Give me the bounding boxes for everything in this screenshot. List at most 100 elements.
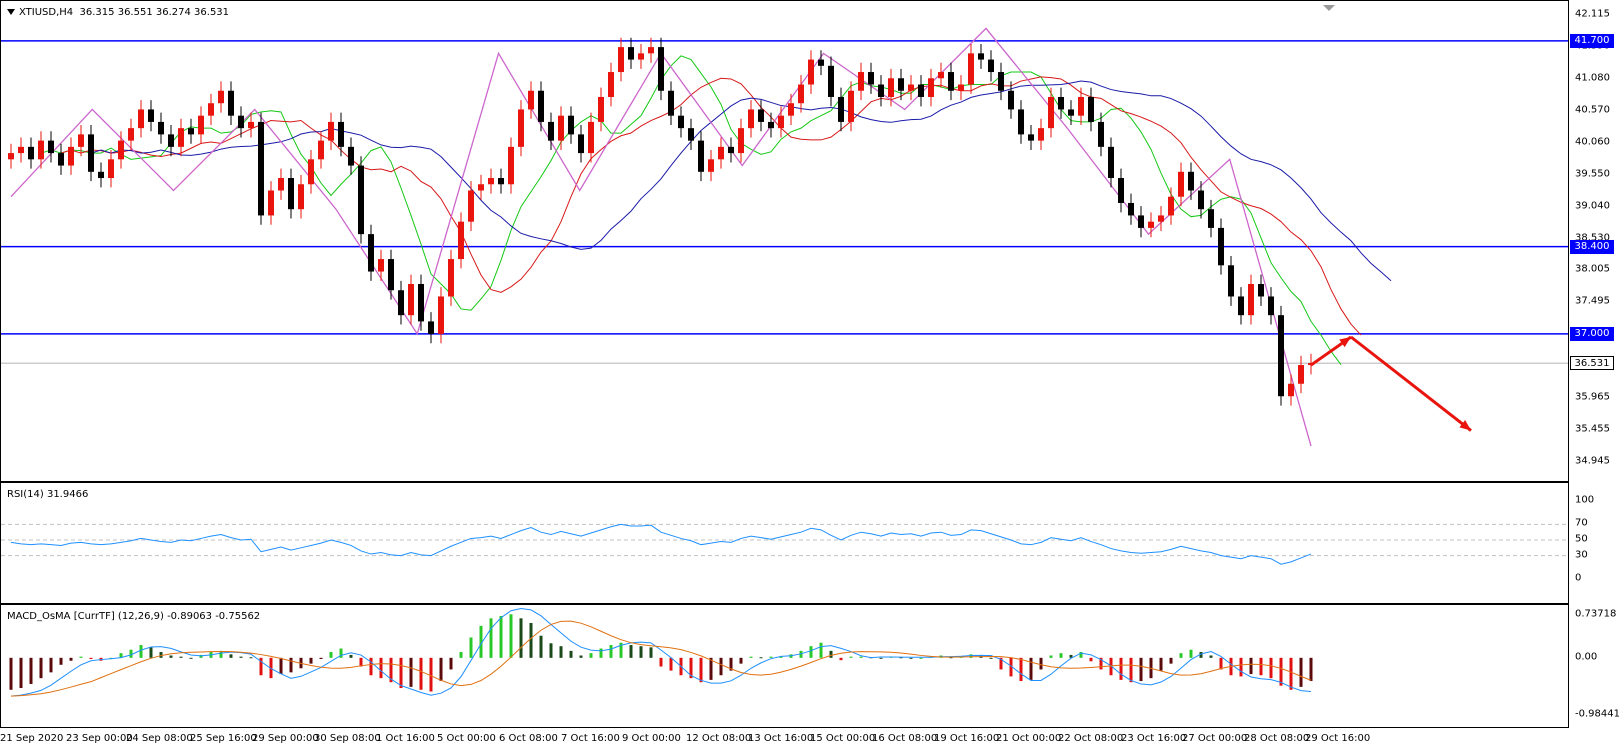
- candle-body[interactable]: [798, 84, 804, 104]
- candle-body[interactable]: [238, 115, 244, 129]
- candle-body[interactable]: [708, 159, 714, 172]
- candle-body[interactable]: [818, 59, 824, 66]
- candle-body[interactable]: [718, 146, 724, 160]
- candle-body[interactable]: [678, 115, 684, 129]
- candle-body[interactable]: [58, 153, 64, 166]
- candle-body[interactable]: [38, 140, 44, 160]
- candle-body[interactable]: [368, 234, 374, 272]
- candle-body[interactable]: [588, 121, 594, 154]
- candle-body[interactable]: [348, 146, 354, 166]
- candle-body[interactable]: [268, 190, 274, 216]
- candle-body[interactable]: [608, 72, 614, 97]
- candle-body[interactable]: [568, 115, 574, 135]
- candle-body[interactable]: [788, 103, 794, 116]
- candle-body[interactable]: [48, 140, 54, 154]
- candle-body[interactable]: [458, 221, 464, 260]
- candle-body[interactable]: [728, 146, 734, 154]
- candle-body[interactable]: [1268, 296, 1274, 316]
- candle-body[interactable]: [848, 90, 854, 122]
- candle-body[interactable]: [288, 178, 294, 210]
- candle-body[interactable]: [1018, 109, 1024, 135]
- candle-body[interactable]: [738, 128, 744, 154]
- candle-body[interactable]: [808, 59, 814, 85]
- candle-body[interactable]: [1038, 128, 1044, 141]
- candle-body[interactable]: [538, 90, 544, 122]
- candle-body[interactable]: [698, 140, 704, 172]
- candle-body[interactable]: [218, 90, 224, 104]
- shift-marker-icon[interactable]: [1323, 5, 1335, 11]
- candle-body[interactable]: [1168, 196, 1174, 216]
- candle-body[interactable]: [918, 84, 924, 97]
- candle-body[interactable]: [978, 53, 984, 60]
- candle-body[interactable]: [1008, 90, 1014, 110]
- macd-panel[interactable]: MACD_OsMA [CurrTF] (12,26,9) -0.89063 -0…: [0, 604, 1569, 728]
- candle-body[interactable]: [1278, 315, 1284, 397]
- candle-body[interactable]: [1048, 96, 1054, 129]
- candle-body[interactable]: [178, 128, 184, 147]
- candle-body[interactable]: [78, 134, 84, 147]
- candle-body[interactable]: [838, 96, 844, 122]
- candle-body[interactable]: [158, 121, 164, 135]
- candle-body[interactable]: [828, 65, 834, 97]
- candle-body[interactable]: [398, 290, 404, 316]
- candle-body[interactable]: [1218, 227, 1224, 266]
- candle-body[interactable]: [148, 109, 154, 122]
- candle-body[interactable]: [298, 184, 304, 210]
- candle-body[interactable]: [28, 146, 34, 160]
- candle-body[interactable]: [1298, 365, 1304, 384]
- candle-body[interactable]: [188, 128, 194, 135]
- candle-body[interactable]: [278, 178, 284, 191]
- candle-body[interactable]: [768, 121, 774, 129]
- candle-body[interactable]: [878, 84, 884, 97]
- candle-body[interactable]: [868, 72, 874, 85]
- candle-body[interactable]: [938, 72, 944, 79]
- candle-body[interactable]: [1208, 209, 1214, 228]
- candle-body[interactable]: [1138, 215, 1144, 228]
- candle-body[interactable]: [628, 47, 634, 60]
- rsi-chart-svg[interactable]: [1, 483, 1568, 603]
- candle-body[interactable]: [908, 84, 914, 91]
- candle-body[interactable]: [558, 115, 564, 141]
- candle-body[interactable]: [88, 134, 94, 172]
- candle-body[interactable]: [438, 296, 444, 334]
- candle-body[interactable]: [928, 78, 934, 97]
- candle-body[interactable]: [378, 259, 384, 272]
- candle-body[interactable]: [228, 90, 234, 116]
- candle-body[interactable]: [1248, 284, 1254, 316]
- candle-body[interactable]: [338, 121, 344, 147]
- candle-body[interactable]: [168, 134, 174, 147]
- candle-body[interactable]: [1108, 146, 1114, 179]
- candle-body[interactable]: [328, 121, 334, 141]
- candle-body[interactable]: [688, 128, 694, 141]
- candle-body[interactable]: [548, 121, 554, 141]
- candle-body[interactable]: [68, 146, 74, 166]
- candle-body[interactable]: [258, 121, 264, 216]
- candle-body[interactable]: [128, 128, 134, 141]
- candle-body[interactable]: [668, 90, 674, 116]
- price-chart-svg[interactable]: [1, 1, 1568, 481]
- candle-body[interactable]: [488, 178, 494, 185]
- candle-body[interactable]: [1288, 383, 1294, 397]
- candle-body[interactable]: [248, 121, 254, 129]
- candle-body[interactable]: [518, 109, 524, 147]
- price-chart-panel[interactable]: XTIUSD,H4 36.315 36.551 36.274 36.531: [0, 0, 1569, 482]
- candle-body[interactable]: [358, 165, 364, 235]
- candle-body[interactable]: [418, 284, 424, 322]
- candle-body[interactable]: [948, 72, 954, 91]
- candle-body[interactable]: [858, 72, 864, 91]
- candle-body[interactable]: [1158, 215, 1164, 222]
- candle-body[interactable]: [318, 140, 324, 160]
- chart-menu-triangle-icon[interactable]: [7, 9, 15, 15]
- candle-body[interactable]: [448, 259, 454, 297]
- candle-body[interactable]: [1198, 190, 1204, 210]
- candle-body[interactable]: [118, 140, 124, 160]
- candle-body[interactable]: [1088, 96, 1094, 122]
- candle-body[interactable]: [1028, 134, 1034, 141]
- candle-body[interactable]: [98, 171, 104, 179]
- candle-body[interactable]: [208, 103, 214, 116]
- candle-body[interactable]: [8, 153, 14, 160]
- candle-body[interactable]: [778, 115, 784, 129]
- candle-body[interactable]: [108, 159, 114, 179]
- candle-body[interactable]: [18, 146, 24, 154]
- candle-body[interactable]: [888, 78, 894, 97]
